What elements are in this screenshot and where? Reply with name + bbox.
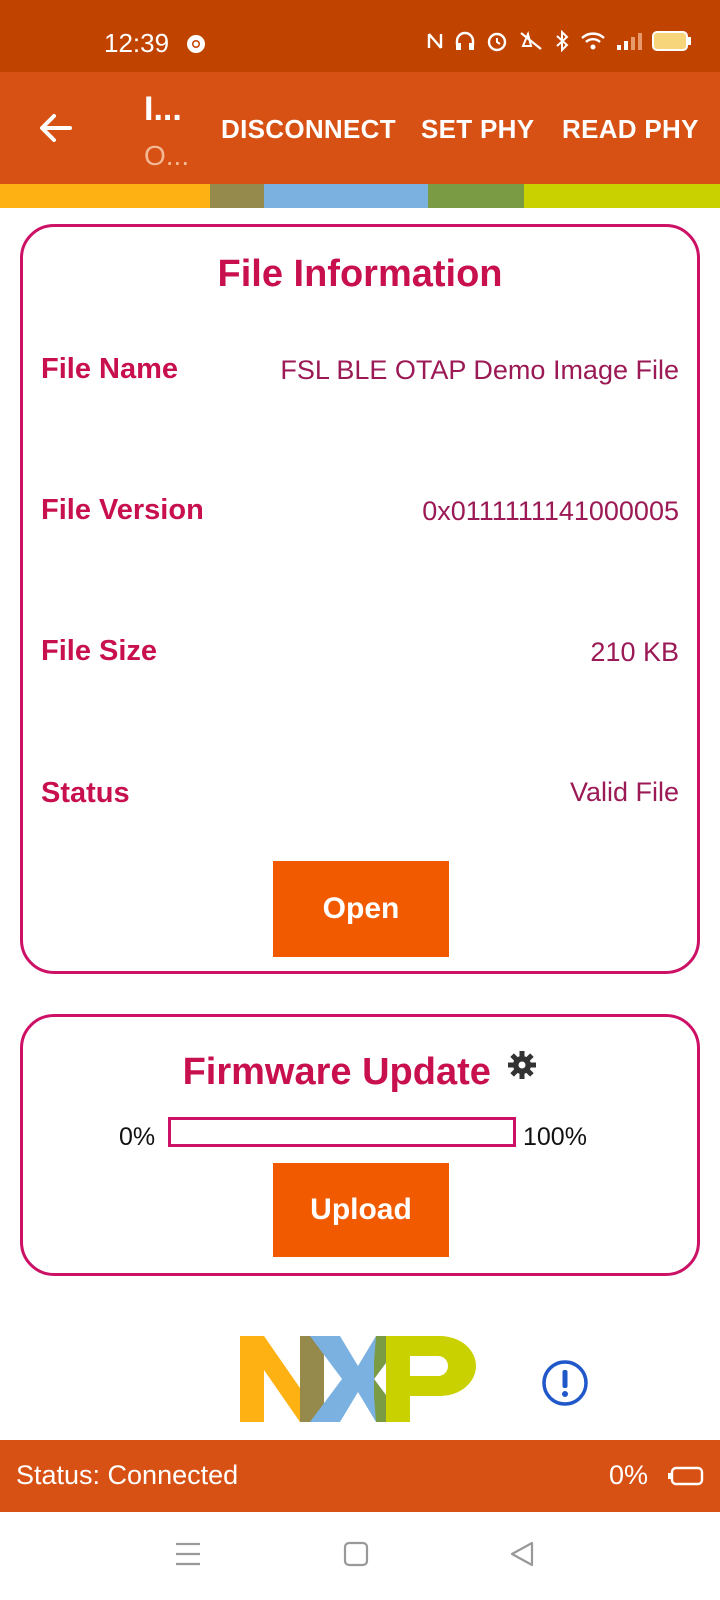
stripe-segment <box>0 184 210 208</box>
home-icon[interactable] <box>342 1540 370 1573</box>
firmware-update-heading: Firmware Update <box>23 1051 697 1094</box>
page-title: I... <box>144 90 182 128</box>
stripe-segment <box>524 184 720 208</box>
file-version-label: File Version <box>41 494 204 526</box>
progress-min-label: 0% <box>119 1123 156 1151</box>
file-information-card: File Information File Name FSL BLE OTAP … <box>20 224 700 974</box>
headset-icon <box>454 31 476 51</box>
set-phy-button[interactable]: SET PHY <box>421 114 534 145</box>
system-navigation-bar <box>0 1512 720 1600</box>
file-version-value: 0x0111111141000005 <box>422 496 679 526</box>
clock: 12:39 <box>104 28 170 58</box>
nxp-logo <box>240 1336 476 1427</box>
file-size-label: File Size <box>41 635 158 667</box>
device-battery-icon <box>668 1466 704 1491</box>
status-icons <box>426 30 692 52</box>
battery-percent: 0% <box>608 1460 648 1490</box>
file-name-value: FSL BLE OTAP Demo Image File <box>280 355 679 385</box>
chrome-icon <box>186 34 206 59</box>
firmware-update-card: Firmware Update 0% 100% Upload <box>20 1014 700 1276</box>
app-bar: I... O... DISCONNECT SET PHY READ PHY <box>0 72 720 184</box>
disconnect-button[interactable]: DISCONNECT <box>221 114 396 145</box>
stripe-segment <box>264 184 428 208</box>
connection-status-text: Status: Connected <box>16 1460 239 1490</box>
status-value: Valid File <box>569 777 679 807</box>
brand-color-stripe <box>0 184 720 208</box>
nfc-icon <box>426 31 444 51</box>
file-information-title: File Information <box>217 253 503 295</box>
bluetooth-icon <box>554 30 570 52</box>
back-arrow-icon[interactable] <box>36 108 76 148</box>
status-label: Status <box>41 777 130 809</box>
progress-max-label: 100% <box>523 1123 587 1151</box>
signal-icon <box>616 31 642 51</box>
firmware-update-title: Firmware Update <box>182 1051 491 1093</box>
stripe-segment <box>428 184 524 208</box>
open-button[interactable]: Open <box>273 861 449 957</box>
file-size-value: 210 KB <box>590 637 679 667</box>
mute-icon <box>518 31 544 51</box>
gear-icon[interactable] <box>507 1047 537 1090</box>
upload-progress-bar <box>168 1117 516 1147</box>
wifi-icon <box>580 31 606 51</box>
page-subtitle: O... <box>144 140 190 171</box>
back-triangle-icon[interactable] <box>508 1540 536 1573</box>
info-icon[interactable] <box>541 1359 589 1412</box>
alarm-icon <box>486 30 508 52</box>
battery-icon <box>652 30 692 52</box>
app-root: 12:39 I... O... DISCONNECT SET PHY READ … <box>0 0 720 1600</box>
read-phy-button[interactable]: READ PHY <box>562 114 699 145</box>
menu-icon[interactable] <box>174 1540 202 1573</box>
stripe-segment <box>210 184 264 208</box>
system-status-bar: 12:39 <box>0 0 720 72</box>
upload-button[interactable]: Upload <box>273 1163 449 1257</box>
file-name-label: File Name <box>41 353 178 385</box>
connection-status-bar: Status: Connected 0% <box>0 1440 720 1512</box>
